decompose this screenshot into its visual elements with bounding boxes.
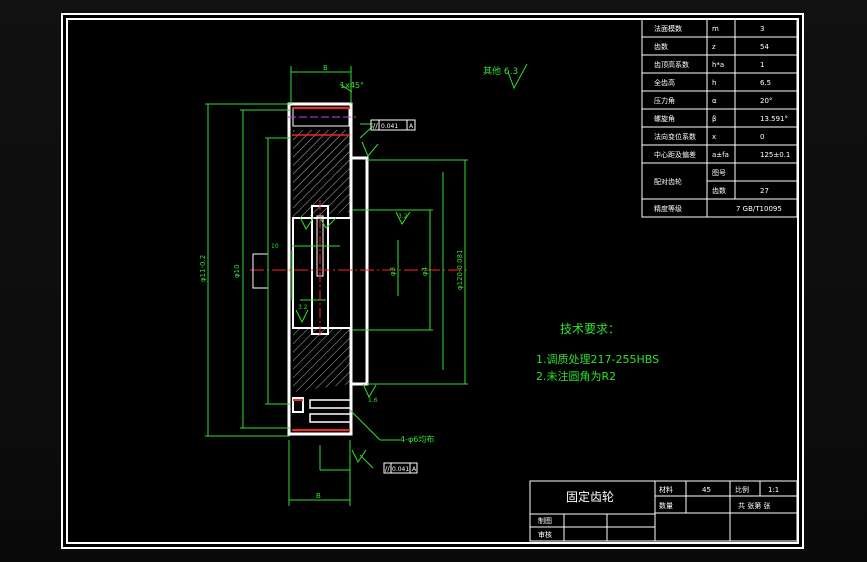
- scale-value: 1:1: [768, 486, 779, 494]
- drawn-label: 制图: [538, 516, 552, 525]
- material-label: 材料: [659, 485, 673, 494]
- scale-label: 比例: [735, 485, 749, 494]
- title-block: 固定齿轮 材料 45 比例 1:1 数量 共 张第 张 制图 审核: [529, 480, 798, 542]
- checked-label: 审核: [538, 530, 552, 539]
- sheets-text: 共 张第 张: [738, 501, 770, 510]
- count-label: 数量: [659, 501, 673, 510]
- material-value: 45: [702, 486, 711, 494]
- part-name: 固定齿轮: [566, 489, 614, 504]
